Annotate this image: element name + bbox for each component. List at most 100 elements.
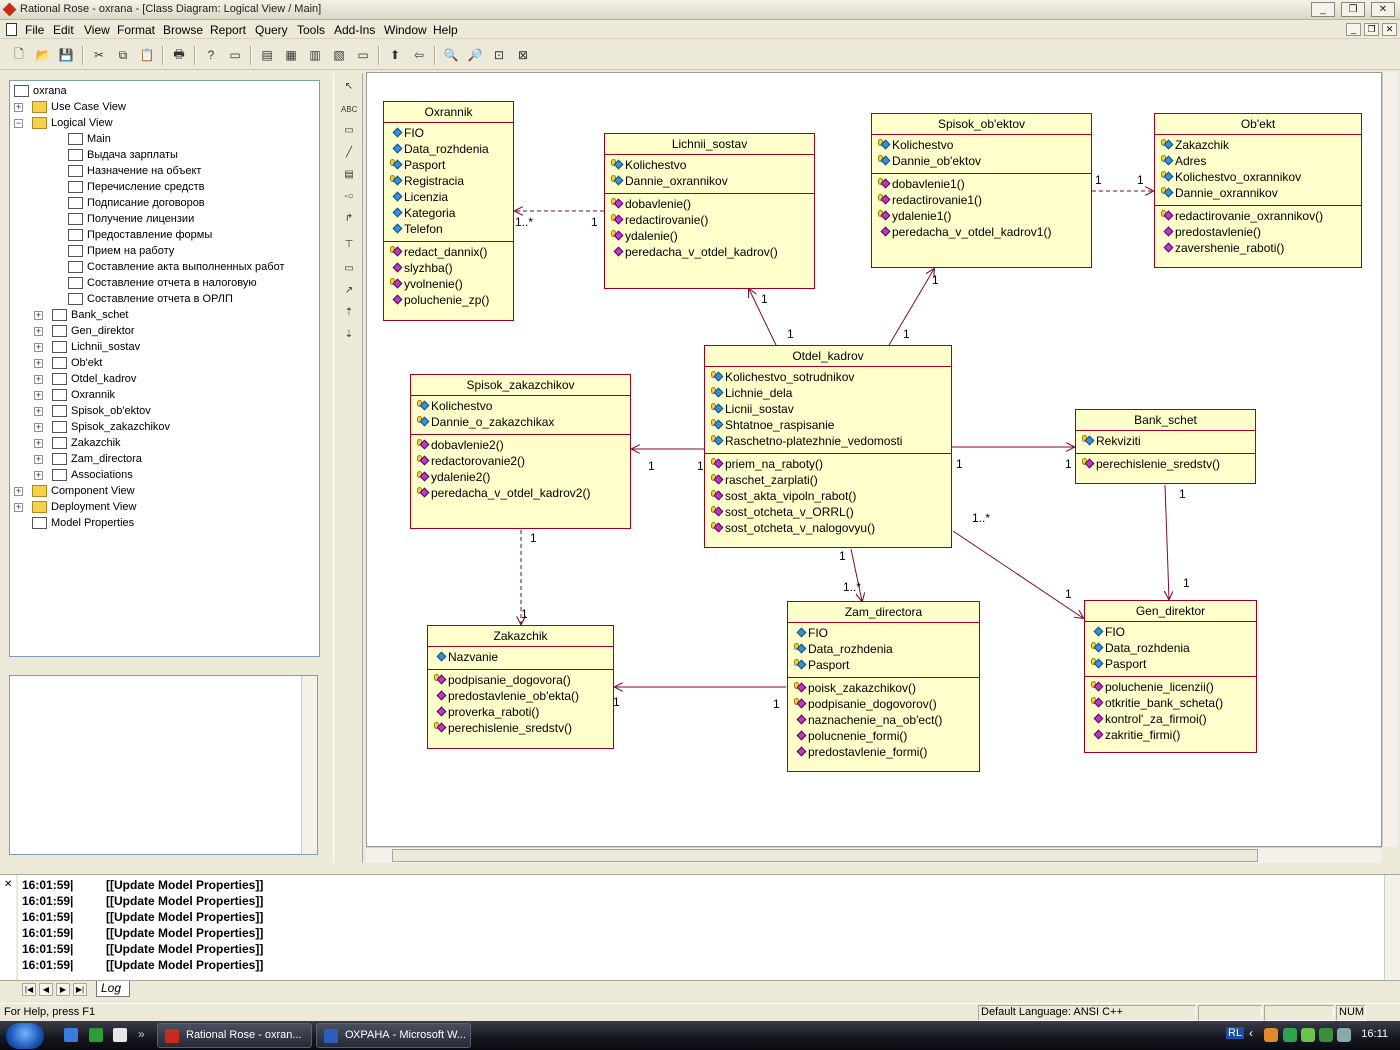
note-tool-icon[interactable]: ▭: [341, 125, 357, 141]
menu-view[interactable]: View: [84, 23, 110, 37]
attribute[interactable]: Pasport: [1085, 656, 1256, 672]
canvas-horizontal-scrollbar[interactable]: [366, 847, 1382, 863]
class-name[interactable]: Bank_schet: [1076, 410, 1255, 431]
menu-file[interactable]: File: [25, 23, 44, 37]
restore-button[interactable]: ❐: [1341, 2, 1365, 17]
mdi-minimize-button[interactable]: _: [1346, 23, 1361, 36]
operation[interactable]: sost_otcheta_v_nalogovyu(): [705, 520, 951, 536]
class-name[interactable]: Ob'ekt: [1155, 114, 1361, 135]
expander-icon[interactable]: +: [14, 487, 23, 496]
expander-icon[interactable]: +: [34, 375, 43, 384]
tray-expand-icon[interactable]: ‹: [1249, 1026, 1253, 1040]
operation[interactable]: raschet_zarplati(): [705, 472, 951, 488]
undo-fit-icon[interactable]: ⊠: [515, 47, 531, 63]
operation[interactable]: redact_dannix(): [384, 244, 513, 260]
expander-icon[interactable]: +: [34, 471, 43, 480]
interface-tool-icon[interactable]: -○: [341, 191, 357, 207]
log-next-icon[interactable]: ▶: [56, 983, 70, 996]
unidirectional-association-tool-icon[interactable]: ⊤: [341, 239, 357, 255]
operation[interactable]: peredacha_v_otdel_kadrov1(): [872, 224, 1091, 240]
dependency-tool-icon[interactable]: ↗: [341, 285, 357, 301]
operation[interactable]: sost_otcheta_v_ORRL(): [705, 504, 951, 520]
menu-report[interactable]: Report: [210, 23, 246, 37]
log-tab[interactable]: Log: [96, 981, 130, 997]
operation[interactable]: redactirovanie1(): [872, 192, 1091, 208]
attribute[interactable]: Kolichestvo_oxrannikov: [1155, 169, 1361, 185]
class-diagram-canvas[interactable]: Oxrannik FIO Data_rozhdenia Pasport Registra…: [366, 72, 1382, 847]
attribute[interactable]: Dannie_oxrannikov: [1155, 185, 1361, 201]
class-obekt[interactable]: Ob'ekt Zakazchik Adres Kolichestvo_oxrannik…: [1154, 113, 1362, 268]
minimize-button[interactable]: _: [1311, 2, 1335, 17]
expander-icon[interactable]: +: [34, 423, 43, 432]
new-icon[interactable]: 🗋: [11, 47, 27, 63]
operation[interactable]: poluchenie_zp(): [384, 292, 513, 308]
menu-query[interactable]: Query: [255, 23, 288, 37]
class-name[interactable]: Oxrannik: [384, 102, 513, 123]
tray-icon-2[interactable]: [1283, 1028, 1297, 1042]
close-button[interactable]: ✕: [1371, 2, 1395, 17]
attribute[interactable]: Adres: [1155, 153, 1361, 169]
expander-icon[interactable]: +: [14, 503, 23, 512]
canvas-vertical-scrollbar[interactable]: [1382, 72, 1398, 847]
zoom-out-icon[interactable]: 🔎: [467, 47, 483, 63]
open-icon[interactable]: 📂: [35, 47, 51, 63]
operation[interactable]: dobavlenie(): [605, 196, 814, 212]
browse-deployment-icon[interactable]: ▧: [331, 47, 347, 63]
attribute[interactable]: Data_rozhdenia: [384, 141, 513, 157]
log-close-icon[interactable]: ✕: [4, 879, 12, 890]
browse-previous-icon[interactable]: ⇦: [411, 47, 427, 63]
ie-icon[interactable]: [64, 1028, 78, 1042]
text-box-tool-icon[interactable]: ABC: [341, 105, 357, 121]
expander-icon[interactable]: +: [34, 455, 43, 464]
copy-icon[interactable]: ⧉: [115, 47, 131, 63]
operation[interactable]: ydalenie2(): [411, 469, 630, 485]
selection-tool-icon[interactable]: ↖: [341, 81, 357, 97]
operation[interactable]: predostavlenie_ob'ekta(): [428, 688, 613, 704]
operation[interactable]: naznachenie_na_ob'ect(): [788, 712, 979, 728]
attribute[interactable]: Kolichestvo: [872, 137, 1091, 153]
attribute[interactable]: Telefon: [384, 221, 513, 237]
attribute[interactable]: Licnii_sostav: [705, 401, 951, 417]
operation[interactable]: slyzhba(): [384, 260, 513, 276]
class-bank[interactable]: Bank_schet Rekviziti perechislenie_sredstv…: [1075, 409, 1256, 484]
operation[interactable]: poisk_zakazchikov(): [788, 680, 979, 696]
rational-rose-app-icon[interactable]: [2, 2, 17, 17]
attribute[interactable]: Kolichestvo: [605, 157, 814, 173]
document-icon[interactable]: [6, 23, 17, 36]
attribute[interactable]: Lichnie_dela: [705, 385, 951, 401]
realize-tool-icon[interactable]: ⇣: [341, 329, 357, 345]
class-name[interactable]: Zam_directora: [788, 602, 979, 623]
class-tool-icon[interactable]: ▤: [341, 169, 357, 185]
menu-format[interactable]: Format: [117, 23, 155, 37]
project-icon[interactable]: [89, 1028, 103, 1042]
class-zakazchik[interactable]: Zakazchik Nazvanie podpisanie_dogovora() pr…: [427, 625, 614, 749]
attribute[interactable]: Kategoria: [384, 205, 513, 221]
attribute[interactable]: Data_rozhdenia: [1085, 640, 1256, 656]
class-name[interactable]: Otdel_kadrov: [705, 346, 951, 367]
doc-scrollbar[interactable]: [301, 676, 317, 854]
operation[interactable]: polucnenie_formi(): [788, 728, 979, 744]
operation[interactable]: redactirovanie(): [605, 212, 814, 228]
expander-icon[interactable]: +: [34, 311, 43, 320]
volume-icon[interactable]: [1337, 1028, 1351, 1042]
operation[interactable]: predostavlenie_formi(): [788, 744, 979, 760]
attribute[interactable]: Nazvanie: [428, 649, 613, 665]
class-zam[interactable]: Zam_directora FIO Data_rozhdenia Pasport poi…: [787, 601, 980, 772]
operation[interactable]: yvolnenie(): [384, 276, 513, 292]
expander-icon[interactable]: +: [34, 439, 43, 448]
attribute[interactable]: Pasport: [384, 157, 513, 173]
operation[interactable]: dobavlenie1(): [872, 176, 1091, 192]
operation[interactable]: redactorovanie2(): [411, 453, 630, 469]
tray-icon-4[interactable]: [1319, 1028, 1333, 1042]
attribute[interactable]: Zakazchik: [1155, 137, 1361, 153]
attribute[interactable]: Kolichestvo_sotrudnikov: [705, 369, 951, 385]
operation[interactable]: priem_na_raboty(): [705, 456, 951, 472]
operation[interactable]: dobavlenie2(): [411, 437, 630, 453]
context-help-icon[interactable]: ?: [203, 47, 219, 63]
class-name[interactable]: Spisok_zakazchikov: [411, 375, 630, 396]
browse-parent-icon[interactable]: ⬆: [387, 47, 403, 63]
menu-browse[interactable]: Browse: [163, 23, 203, 37]
mdi-restore-button[interactable]: ❐: [1364, 23, 1379, 36]
expander-icon[interactable]: +: [14, 103, 23, 112]
more-chevron-icon[interactable]: »: [138, 1027, 145, 1041]
